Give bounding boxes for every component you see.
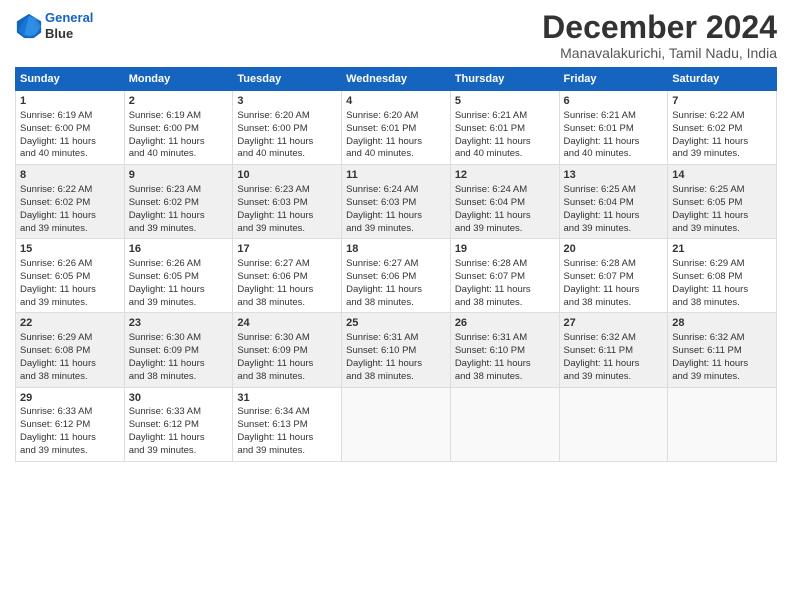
day-number: 18 — [346, 242, 446, 257]
main-title: December 2024 — [542, 10, 777, 45]
day-number: 5 — [455, 94, 555, 109]
day-number: 27 — [564, 316, 664, 331]
calendar-cell: 17Sunrise: 6:27 AMSunset: 6:06 PMDayligh… — [233, 239, 342, 313]
calendar-cell: 24Sunrise: 6:30 AMSunset: 6:09 PMDayligh… — [233, 313, 342, 387]
day-number: 10 — [237, 168, 337, 183]
logo-text: General Blue — [45, 10, 93, 41]
calendar-cell: 12Sunrise: 6:24 AMSunset: 6:04 PMDayligh… — [450, 165, 559, 239]
day-number: 22 — [20, 316, 120, 331]
day-number: 19 — [455, 242, 555, 257]
day-number: 13 — [564, 168, 664, 183]
calendar-cell: 14Sunrise: 6:25 AMSunset: 6:05 PMDayligh… — [668, 165, 777, 239]
header: General Blue December 2024 Manavalakuric… — [15, 10, 777, 61]
day-number: 23 — [129, 316, 229, 331]
calendar-cell: 11Sunrise: 6:24 AMSunset: 6:03 PMDayligh… — [342, 165, 451, 239]
calendar-cell: 26Sunrise: 6:31 AMSunset: 6:10 PMDayligh… — [450, 313, 559, 387]
day-number: 15 — [20, 242, 120, 257]
calendar-cell: 25Sunrise: 6:31 AMSunset: 6:10 PMDayligh… — [342, 313, 451, 387]
page-container: General Blue December 2024 Manavalakuric… — [0, 0, 792, 467]
day-number: 4 — [346, 94, 446, 109]
calendar-cell: 9Sunrise: 6:23 AMSunset: 6:02 PMDaylight… — [124, 165, 233, 239]
calendar-cell: 2Sunrise: 6:19 AMSunset: 6:00 PMDaylight… — [124, 91, 233, 165]
header-row: Sunday Monday Tuesday Wednesday Thursday… — [16, 68, 777, 91]
day-number: 11 — [346, 168, 446, 183]
day-number: 1 — [20, 94, 120, 109]
calendar-row-3: 15Sunrise: 6:26 AMSunset: 6:05 PMDayligh… — [16, 239, 777, 313]
calendar-cell: 13Sunrise: 6:25 AMSunset: 6:04 PMDayligh… — [559, 165, 668, 239]
day-number: 12 — [455, 168, 555, 183]
calendar-table: Sunday Monday Tuesday Wednesday Thursday… — [15, 67, 777, 461]
calendar-cell: 1Sunrise: 6:19 AMSunset: 6:00 PMDaylight… — [16, 91, 125, 165]
subtitle: Manavalakurichi, Tamil Nadu, India — [542, 45, 777, 61]
day-number: 26 — [455, 316, 555, 331]
day-number: 2 — [129, 94, 229, 109]
day-number: 20 — [564, 242, 664, 257]
title-block: December 2024 Manavalakurichi, Tamil Nad… — [542, 10, 777, 61]
calendar-cell — [342, 387, 451, 461]
day-number: 21 — [672, 242, 772, 257]
calendar-cell: 10Sunrise: 6:23 AMSunset: 6:03 PMDayligh… — [233, 165, 342, 239]
calendar-cell: 21Sunrise: 6:29 AMSunset: 6:08 PMDayligh… — [668, 239, 777, 313]
calendar-cell: 20Sunrise: 6:28 AMSunset: 6:07 PMDayligh… — [559, 239, 668, 313]
day-number: 3 — [237, 94, 337, 109]
calendar-cell: 31Sunrise: 6:34 AMSunset: 6:13 PMDayligh… — [233, 387, 342, 461]
calendar-cell: 18Sunrise: 6:27 AMSunset: 6:06 PMDayligh… — [342, 239, 451, 313]
day-number: 16 — [129, 242, 229, 257]
day-number: 29 — [20, 391, 120, 406]
day-number: 17 — [237, 242, 337, 257]
calendar-cell: 8Sunrise: 6:22 AMSunset: 6:02 PMDaylight… — [16, 165, 125, 239]
col-tuesday: Tuesday — [233, 68, 342, 91]
calendar-cell: 7Sunrise: 6:22 AMSunset: 6:02 PMDaylight… — [668, 91, 777, 165]
calendar-cell: 28Sunrise: 6:32 AMSunset: 6:11 PMDayligh… — [668, 313, 777, 387]
calendar-row-5: 29Sunrise: 6:33 AMSunset: 6:12 PMDayligh… — [16, 387, 777, 461]
day-number: 14 — [672, 168, 772, 183]
calendar-cell — [668, 387, 777, 461]
calendar-row-4: 22Sunrise: 6:29 AMSunset: 6:08 PMDayligh… — [16, 313, 777, 387]
calendar-cell: 23Sunrise: 6:30 AMSunset: 6:09 PMDayligh… — [124, 313, 233, 387]
calendar-cell: 30Sunrise: 6:33 AMSunset: 6:12 PMDayligh… — [124, 387, 233, 461]
day-number: 25 — [346, 316, 446, 331]
calendar-cell: 27Sunrise: 6:32 AMSunset: 6:11 PMDayligh… — [559, 313, 668, 387]
calendar-row-2: 8Sunrise: 6:22 AMSunset: 6:02 PMDaylight… — [16, 165, 777, 239]
col-monday: Monday — [124, 68, 233, 91]
calendar-cell: 19Sunrise: 6:28 AMSunset: 6:07 PMDayligh… — [450, 239, 559, 313]
col-friday: Friday — [559, 68, 668, 91]
calendar-cell: 16Sunrise: 6:26 AMSunset: 6:05 PMDayligh… — [124, 239, 233, 313]
day-number: 9 — [129, 168, 229, 183]
calendar-cell: 5Sunrise: 6:21 AMSunset: 6:01 PMDaylight… — [450, 91, 559, 165]
day-number: 24 — [237, 316, 337, 331]
calendar-cell: 3Sunrise: 6:20 AMSunset: 6:00 PMDaylight… — [233, 91, 342, 165]
day-number: 8 — [20, 168, 120, 183]
day-number: 6 — [564, 94, 664, 109]
day-number: 7 — [672, 94, 772, 109]
col-saturday: Saturday — [668, 68, 777, 91]
day-number: 30 — [129, 391, 229, 406]
calendar-cell: 6Sunrise: 6:21 AMSunset: 6:01 PMDaylight… — [559, 91, 668, 165]
calendar-cell: 29Sunrise: 6:33 AMSunset: 6:12 PMDayligh… — [16, 387, 125, 461]
calendar-cell — [559, 387, 668, 461]
logo-icon — [15, 12, 43, 40]
logo: General Blue — [15, 10, 93, 41]
col-thursday: Thursday — [450, 68, 559, 91]
calendar-cell: 4Sunrise: 6:20 AMSunset: 6:01 PMDaylight… — [342, 91, 451, 165]
day-number: 31 — [237, 391, 337, 406]
calendar-cell — [450, 387, 559, 461]
calendar-cell: 22Sunrise: 6:29 AMSunset: 6:08 PMDayligh… — [16, 313, 125, 387]
calendar-row-1: 1Sunrise: 6:19 AMSunset: 6:00 PMDaylight… — [16, 91, 777, 165]
col-wednesday: Wednesday — [342, 68, 451, 91]
col-sunday: Sunday — [16, 68, 125, 91]
day-number: 28 — [672, 316, 772, 331]
calendar-body: 1Sunrise: 6:19 AMSunset: 6:00 PMDaylight… — [16, 91, 777, 461]
calendar-cell: 15Sunrise: 6:26 AMSunset: 6:05 PMDayligh… — [16, 239, 125, 313]
